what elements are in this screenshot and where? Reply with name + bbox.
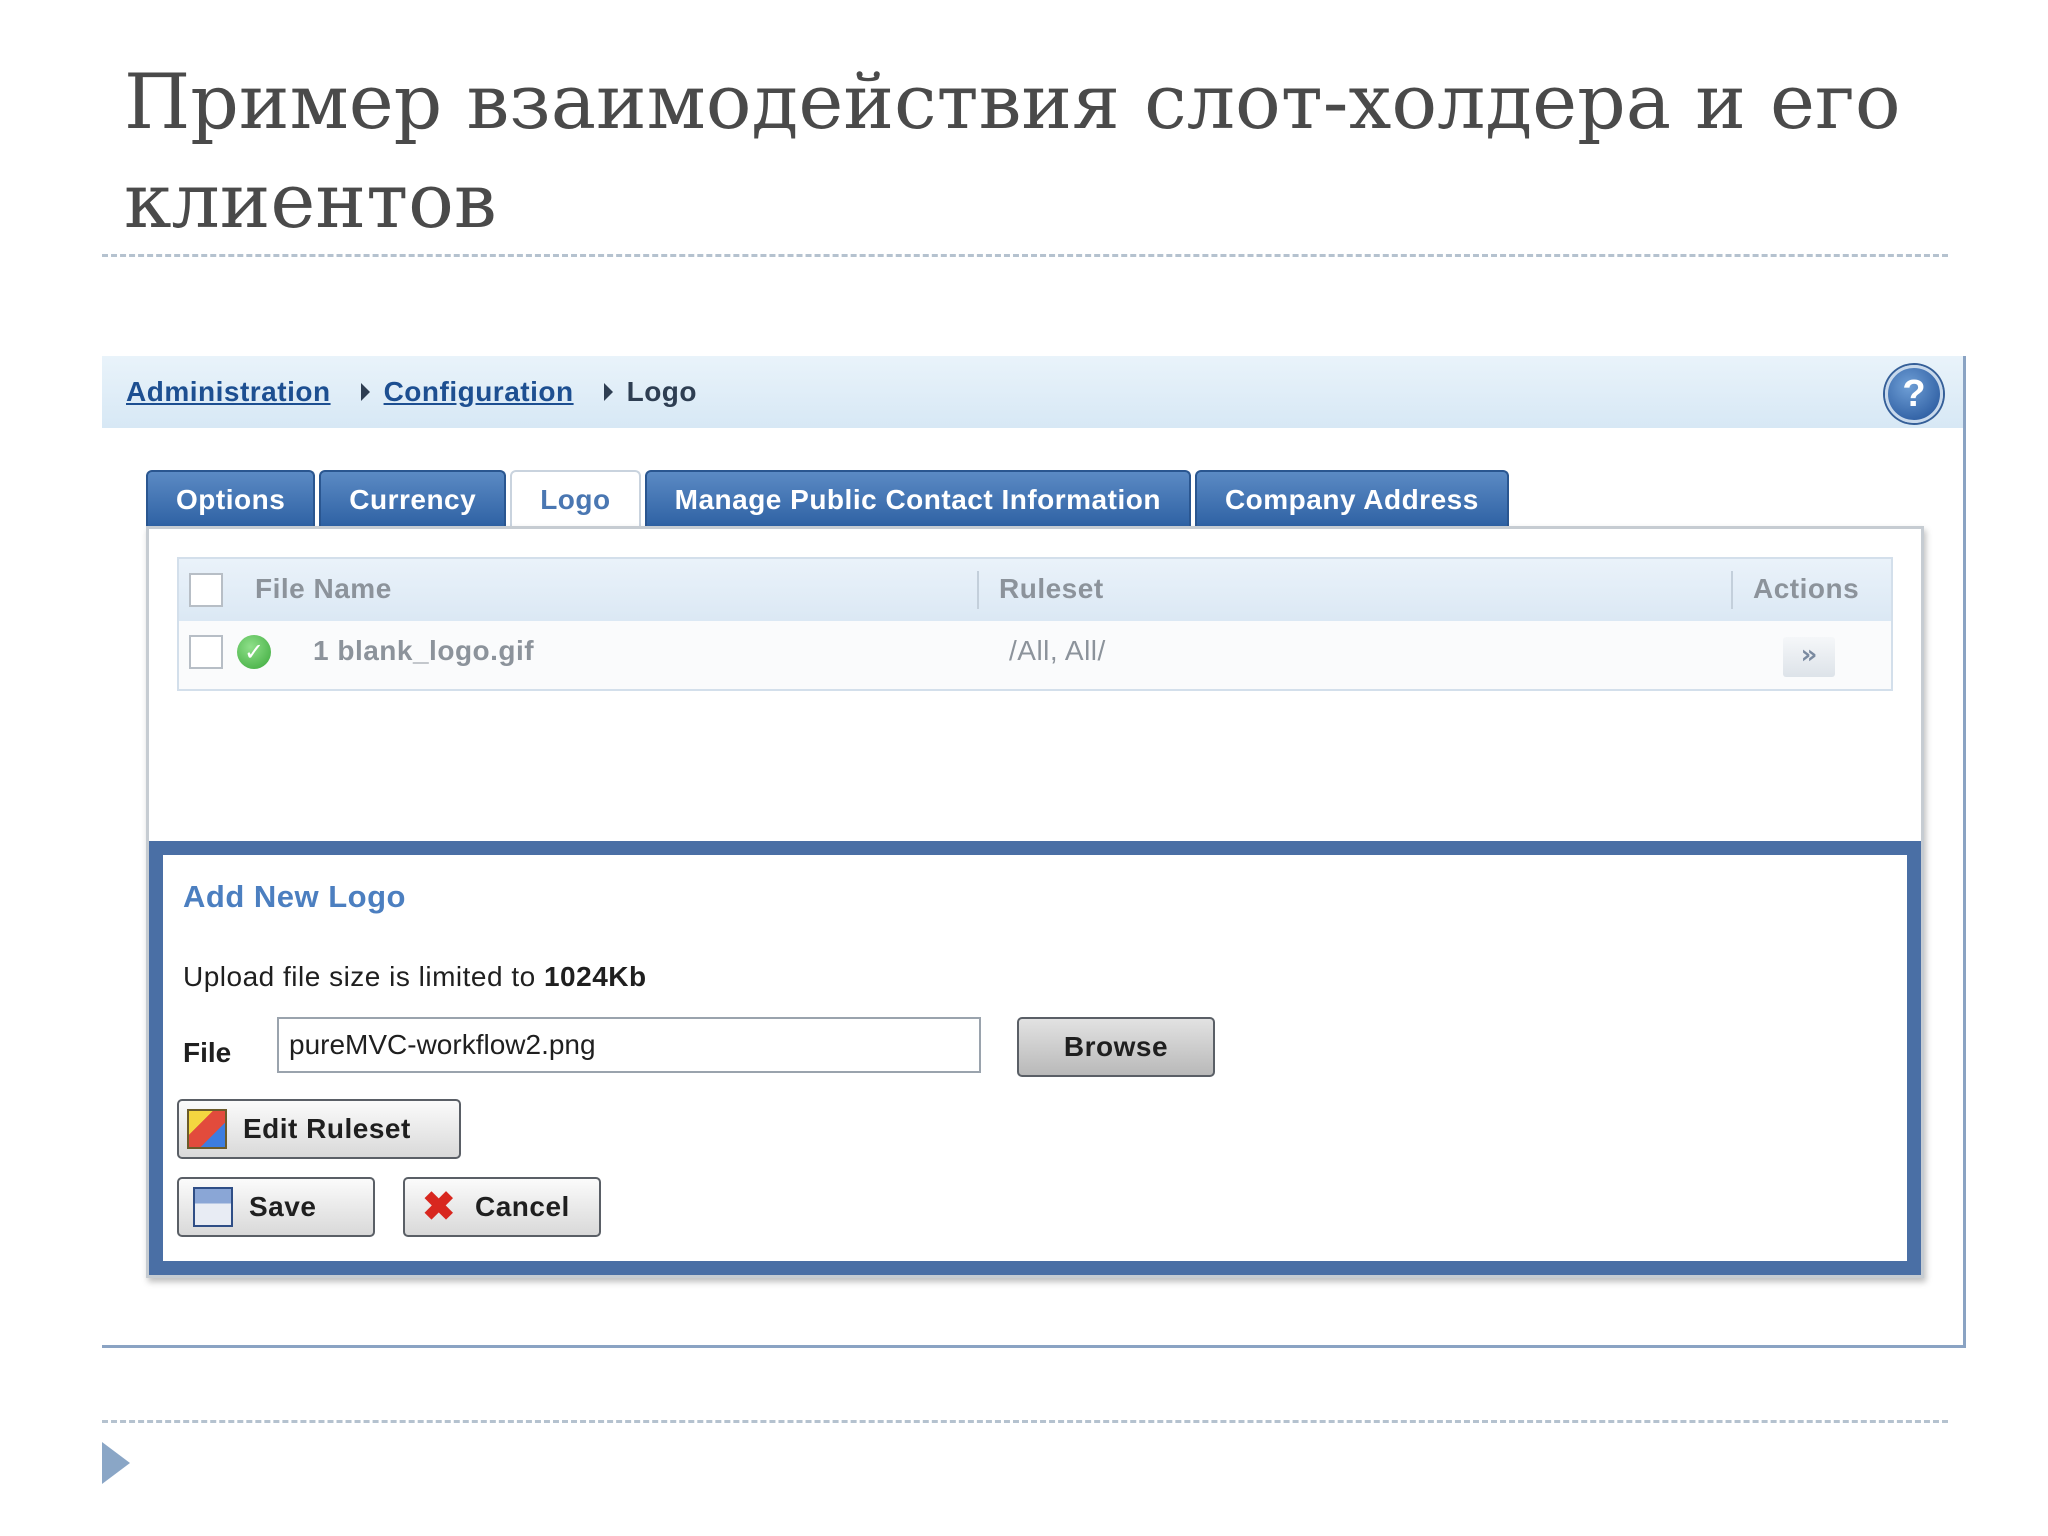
file-path-input[interactable]: pureMVC-workflow2.png (277, 1017, 981, 1073)
select-all-checkbox[interactable] (189, 573, 223, 607)
top-divider (102, 254, 1948, 257)
breadcrumb-current: Logo (626, 376, 698, 407)
tab-manage-public-contact-information[interactable]: Manage Public Contact Information (644, 470, 1191, 526)
logo-panel: File Name Ruleset Actions ✓ 1 blank_logo… (146, 526, 1924, 1278)
column-header-ruleset[interactable]: Ruleset (999, 573, 1104, 605)
upload-note: Upload file size is limited to 1024Kb (183, 961, 647, 993)
breadcrumb-arrow-icon (603, 383, 613, 401)
edit-ruleset-button[interactable]: Edit Ruleset (177, 1099, 461, 1159)
file-name-cell: 1 blank_logo.gif (313, 635, 535, 666)
add-logo-title: Add New Logo (183, 879, 406, 914)
double-chevron-down-icon[interactable]: » (1783, 637, 1835, 677)
breadcrumb-configuration-link[interactable]: Configuration (384, 376, 574, 408)
close-icon: ✖ (421, 1185, 456, 1229)
tab-currency[interactable]: Currency (319, 470, 507, 526)
help-icon[interactable]: ? (1885, 365, 1943, 423)
slide: Пример взаимодействия слот-холдера и его… (0, 0, 2048, 1536)
column-divider (977, 571, 979, 609)
column-header-actions: Actions (1753, 573, 1860, 604)
breadcrumb-administration-link[interactable]: Administration (126, 376, 331, 408)
breadcrumb-arrow-icon (360, 383, 370, 401)
app-screenshot: Administration Configuration Logo ? Opti… (102, 356, 1966, 1348)
tab-bar: Options Currency Logo Manage Public Cont… (146, 470, 1513, 526)
tab-options[interactable]: Options (146, 470, 316, 526)
tab-logo[interactable]: Logo (510, 470, 641, 526)
breadcrumb: Administration Configuration Logo ? (102, 356, 1963, 428)
tab-company-address[interactable]: Company Address (1194, 470, 1509, 526)
column-header-file-name[interactable]: File Name (255, 573, 392, 605)
bottom-divider (102, 1420, 1948, 1423)
upload-limit: 1024Kb (543, 961, 647, 992)
cube-icon (187, 1109, 227, 1149)
ruleset-cell: /All, All/ (1009, 635, 1106, 666)
grid-header: File Name Ruleset Actions (179, 559, 1891, 621)
slide-title: Пример взаимодействия слот-холдера и его… (124, 57, 1901, 245)
browse-button[interactable]: Browse (1017, 1017, 1215, 1077)
column-divider (1731, 571, 1733, 609)
upload-note-text: Upload file size is limited to (183, 961, 536, 992)
table-row[interactable]: ✓ 1 blank_logo.gif /All, All/ » (179, 621, 1891, 689)
row-checkbox[interactable] (189, 635, 223, 669)
add-logo-form: Add New Logo Upload file size is limited… (149, 841, 1921, 1275)
save-label: Save (249, 1191, 317, 1222)
save-button[interactable]: Save (177, 1177, 375, 1237)
check-circle-icon: ✓ (237, 635, 271, 669)
browse-button-label: Browse (1063, 1031, 1169, 1062)
cancel-label: Cancel (475, 1191, 570, 1222)
file-label: File (183, 1037, 232, 1068)
floppy-disk-icon (193, 1187, 233, 1227)
edit-ruleset-label: Edit Ruleset (243, 1113, 411, 1144)
logo-grid: File Name Ruleset Actions ✓ 1 blank_logo… (177, 557, 1893, 691)
slide-triangle-icon (102, 1442, 130, 1484)
cancel-button[interactable]: ✖ Cancel (403, 1177, 601, 1237)
